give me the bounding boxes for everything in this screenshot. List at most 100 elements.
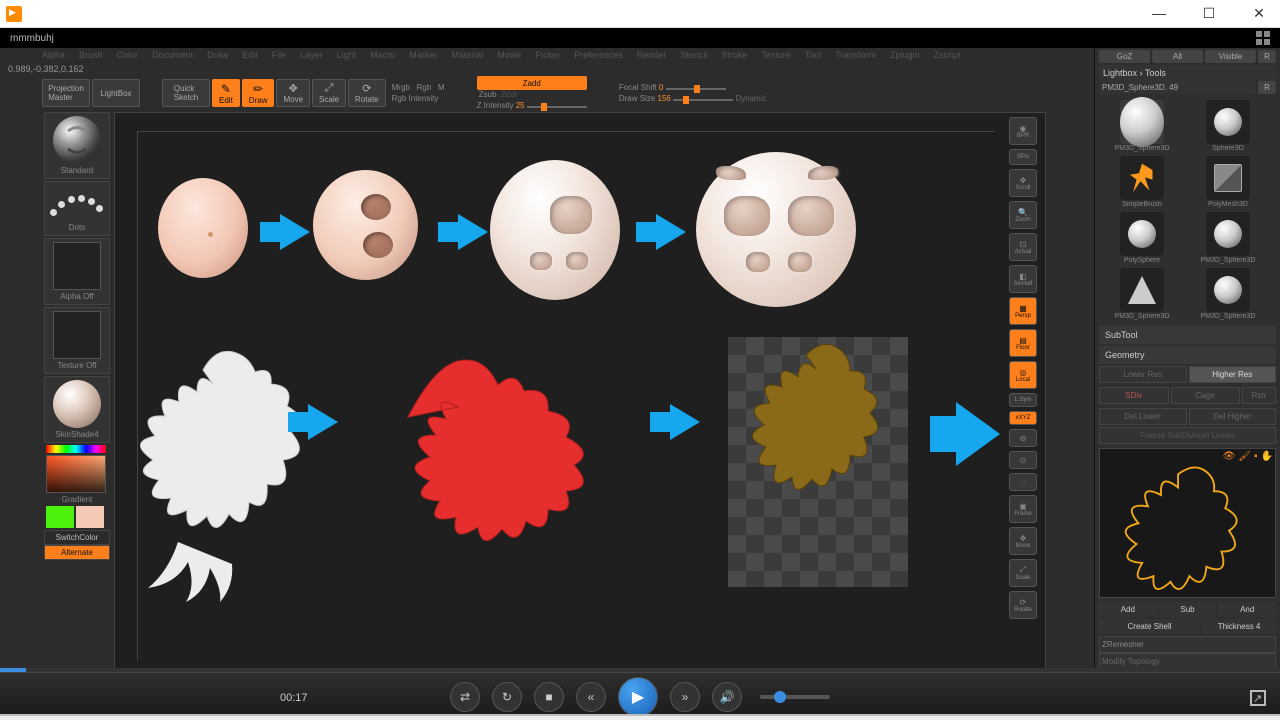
- actual-button[interactable]: ⊡Actual: [1009, 233, 1037, 261]
- scale-mode-button[interactable]: ⤢Scale: [312, 79, 346, 107]
- scale-view-button[interactable]: ⤢Scale: [1009, 559, 1037, 587]
- alternate-button[interactable]: Alternate: [44, 545, 110, 560]
- next-button[interactable]: »: [670, 682, 700, 712]
- geometry-header[interactable]: Geometry: [1099, 346, 1276, 364]
- tool-item[interactable]: PM3D_Sphere3D: [1187, 212, 1269, 264]
- spix-button[interactable]: SPix: [1009, 149, 1037, 165]
- texture-selector[interactable]: Texture Off: [44, 307, 110, 374]
- tool-item[interactable]: Sphere3D: [1187, 100, 1269, 152]
- rgb-toggle[interactable]: Rgb: [417, 83, 432, 92]
- del-higher-button[interactable]: Del Higher: [1189, 408, 1277, 425]
- creature-white: [108, 342, 338, 602]
- stop-button[interactable]: ■: [534, 682, 564, 712]
- creature-red: [348, 347, 628, 597]
- prev-button[interactable]: «: [576, 682, 606, 712]
- xyz-button[interactable]: xXYZ: [1009, 411, 1037, 425]
- frame-button[interactable]: ▣Frame: [1009, 495, 1037, 523]
- tool-item[interactable]: PolySphere: [1101, 212, 1183, 264]
- volume-slider[interactable]: [760, 695, 830, 699]
- zbrush-menubar[interactable]: AlphaBrushColorDocumentDrawEditFileLayer…: [0, 48, 1280, 64]
- m-toggle[interactable]: M: [438, 83, 445, 92]
- play-button[interactable]: ▶: [618, 677, 658, 717]
- lower-res-button[interactable]: Lower Res: [1099, 366, 1187, 383]
- zcut-toggle[interactable]: Zcut: [501, 90, 517, 99]
- lightbox-tools-header: Lightbox › Tools: [1099, 65, 1276, 81]
- layout-toggle-icon[interactable]: [1256, 31, 1270, 45]
- higher-res-button[interactable]: Higher Res: [1189, 366, 1277, 383]
- mute-button[interactable]: 🔊: [712, 682, 742, 712]
- repeat-button[interactable]: ↻: [492, 682, 522, 712]
- tool-item[interactable]: SimpleBrush: [1101, 156, 1183, 208]
- secondary-color-swatch[interactable]: [46, 506, 74, 528]
- projection-master-button[interactable]: Projection Master: [42, 79, 90, 107]
- windows-titlebar: — ☐ ✕: [0, 0, 1280, 28]
- tool-item[interactable]: PM3D_Sphere3D: [1101, 100, 1183, 152]
- transp-button[interactable]: ⊖: [1009, 429, 1037, 447]
- stroke-selector[interactable]: Dots: [44, 181, 110, 236]
- tool-palette: PM3D_Sphere3D Sphere3D SimpleBrush PolyM…: [1099, 96, 1276, 324]
- switch-color-button[interactable]: SwitchColor: [44, 530, 110, 545]
- seek-bar[interactable]: [0, 668, 1280, 672]
- edit-mode-button[interactable]: ✎Edit: [212, 79, 240, 107]
- goz-r-button[interactable]: R: [1258, 50, 1276, 63]
- zadd-toggle[interactable]: Zadd: [477, 76, 587, 90]
- z-intensity-value[interactable]: 25: [516, 101, 525, 110]
- rotate-view-button[interactable]: ⟳Rotate: [1009, 591, 1037, 619]
- draw-size-label: Draw Size: [619, 94, 655, 103]
- lightbox-button[interactable]: LightBox: [92, 79, 140, 107]
- media-window-header: mmmbuhj: [0, 28, 1280, 48]
- subtool-preview[interactable]: 👁🖌▪✋: [1099, 448, 1276, 598]
- goz-all-button[interactable]: All: [1152, 50, 1203, 63]
- move-mode-button[interactable]: ✥Move: [276, 79, 310, 107]
- media-player-icon: [6, 6, 22, 22]
- tool-item[interactable]: PM3D_Sphere3D: [1187, 268, 1269, 320]
- material-selector[interactable]: SkinShade4: [44, 376, 110, 443]
- primary-color-swatch[interactable]: [76, 506, 104, 528]
- brush-selector[interactable]: Standard: [44, 112, 110, 179]
- shuffle-button[interactable]: ⇄: [450, 682, 480, 712]
- draw-mode-button[interactable]: ✏Draw: [242, 79, 275, 107]
- color-picker[interactable]: Gradient SwitchColor Alternate: [44, 445, 110, 560]
- bpr-button[interactable]: ◉BPR: [1009, 117, 1037, 145]
- local-button[interactable]: ◎Local: [1009, 361, 1037, 389]
- freeze-subdiv-button[interactable]: Freeze SubDivision Levels: [1099, 427, 1276, 444]
- current-tool[interactable]: PM3D_Sphere3D. 49: [1099, 81, 1256, 94]
- goz-button[interactable]: GoZ: [1099, 50, 1150, 63]
- window-footer: [0, 714, 1280, 720]
- fullscreen-button[interactable]: [1250, 690, 1266, 706]
- arrow-icon: [656, 214, 686, 250]
- window-maximize-button[interactable]: ☐: [1194, 5, 1224, 22]
- top-toolbar: Projection Master LightBox Quick Sketch …: [0, 76, 1280, 110]
- video-title: mmmbuhj: [10, 33, 54, 44]
- del-lower-button[interactable]: Del Lower: [1099, 408, 1187, 425]
- persp-button[interactable]: ▦Persp: [1009, 297, 1037, 325]
- ghost-button[interactable]: ⊙: [1009, 451, 1037, 469]
- arrow-icon: [280, 214, 310, 250]
- floor-button[interactable]: ▤Floor: [1009, 329, 1037, 357]
- document-canvas[interactable]: ◉BPR SPix ✥Scroll 🔍Zoom ⊡Actual ◧AAHalf …: [114, 112, 1046, 670]
- coordinates-readout: 0.989,-0.382,0.162: [0, 64, 1280, 76]
- window-close-button[interactable]: ✕: [1244, 5, 1274, 22]
- window-minimize-button[interactable]: —: [1144, 5, 1174, 22]
- rotate-mode-button[interactable]: ⟳Rotate: [348, 79, 386, 107]
- zsub-toggle[interactable]: Zsub: [479, 90, 497, 99]
- arrow-icon: [458, 214, 488, 250]
- aahalf-button[interactable]: ◧AAHalf: [1009, 265, 1037, 293]
- sculpt-stage-3: [490, 160, 620, 300]
- tool-item[interactable]: PolyMesh3D: [1187, 156, 1269, 208]
- right-tray: GoZ All Visible R Lightbox › Tools PM3D_…: [1094, 48, 1280, 672]
- zremesher-header[interactable]: ZRemesher: [1099, 636, 1276, 653]
- lsym-button[interactable]: L.Sym: [1009, 393, 1037, 407]
- alpha-selector[interactable]: Alpha Off: [44, 238, 110, 305]
- tool-item[interactable]: PM3D_Sphere3D: [1101, 268, 1183, 320]
- zoom-button[interactable]: 🔍Zoom: [1009, 201, 1037, 229]
- quick-sketch-button[interactable]: Quick Sketch: [162, 79, 210, 107]
- right-shelf: ◉BPR SPix ✥Scroll 🔍Zoom ⊡Actual ◧AAHalf …: [1009, 117, 1039, 619]
- scroll-button[interactable]: ✥Scroll: [1009, 169, 1037, 197]
- mrgb-toggle[interactable]: Mrgb: [392, 83, 410, 92]
- move-view-button[interactable]: ✥Move: [1009, 527, 1037, 555]
- subtool-header[interactable]: SubTool: [1099, 326, 1276, 344]
- arrow-icon: [670, 404, 700, 440]
- solo-button[interactable]: ◌: [1009, 473, 1037, 491]
- goz-visible-button[interactable]: Visible: [1205, 50, 1256, 63]
